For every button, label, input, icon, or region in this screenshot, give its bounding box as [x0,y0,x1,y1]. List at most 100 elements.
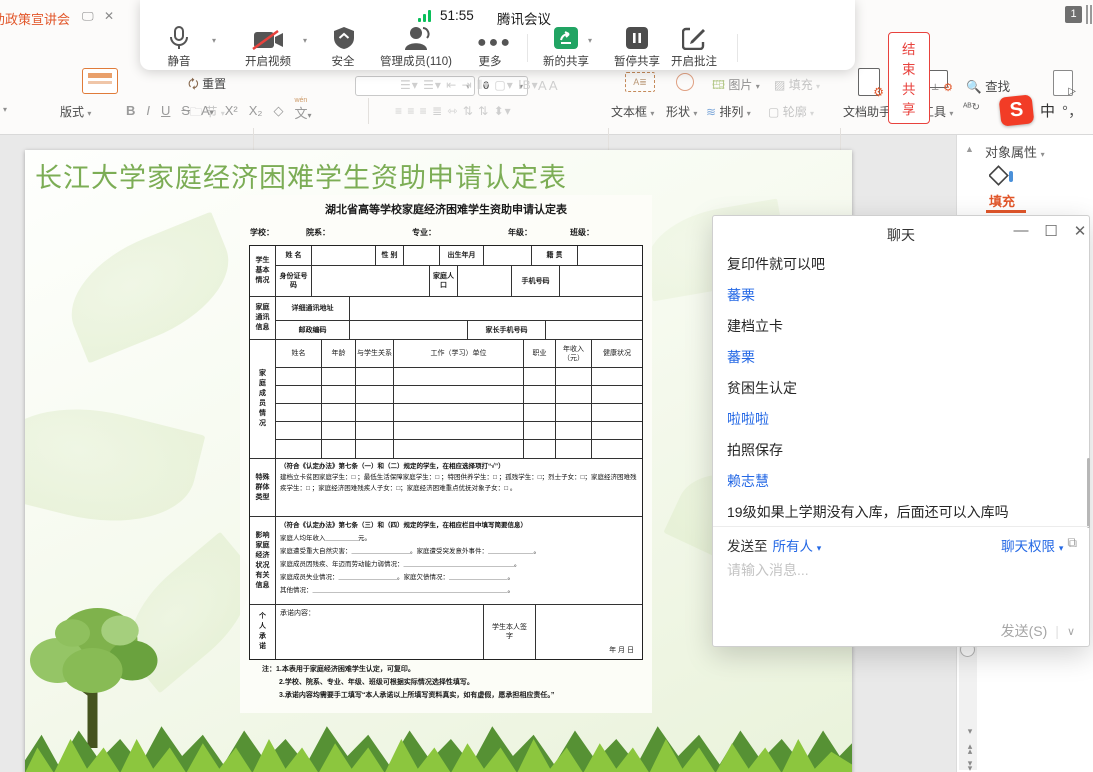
divider [737,34,738,62]
superscript-button[interactable]: X² [225,103,238,118]
pause-share-button[interactable]: 暂停共享 [614,53,660,69]
alignment-icons[interactable]: ≡ ≡ ≡ ≣ ⇿ ⇅ ⇅ ⬍▾ [395,104,512,118]
close-tab-icon[interactable]: ✕ [104,9,114,23]
ime-punct-toggle[interactable]: °， [1062,100,1083,121]
replace-icon[interactable]: ᴬᴮ↻ [963,102,980,113]
camera-icon[interactable] [252,30,286,50]
scroll-down-icon[interactable]: ▾ [963,729,977,734]
fill-tab-underline [986,210,1026,213]
close-icon[interactable]: ✕ [1069,222,1091,240]
subscript-button[interactable]: X₂ [249,103,263,118]
previous-slide-icon[interactable]: ▴▴ [963,744,977,754]
form-header-fields: 学校： 院系： 专业： 年级： 班级： [250,227,644,238]
chat-sender[interactable]: 赖志慧 [727,471,1067,491]
security-button[interactable]: 安全 [332,53,355,69]
camera-dropdown-icon[interactable]: ▾ [303,36,307,45]
left-clipped-dropdown-icon[interactable]: ▾ [3,105,7,114]
chat-message: 拍照保存 [727,440,1067,460]
shapes-button[interactable]: 形状 ▾ [666,103,697,120]
bold-button[interactable]: B [126,103,135,118]
next-slide-icon[interactable]: ▾▾ [963,761,977,771]
outline-icon: ▢ [768,105,779,119]
members-icon[interactable] [403,26,431,50]
selection-pane-icon[interactable]: ▷ [1053,70,1073,96]
picture-button[interactable]: 🖽 图片 ▾ [712,76,760,97]
shield-icon[interactable] [333,26,355,50]
presentation-mode-icon[interactable]: 🖵 [82,9,94,24]
chat-message: 建档立卡 [727,316,1067,336]
slide-title[interactable]: 长江大学家庭经济困难学生资助申请认定表 [35,156,735,195]
end-share-button[interactable]: 结束共享 [888,32,930,124]
new-share-icon[interactable] [553,26,579,50]
signal-icon [418,10,432,22]
collapse-panel-icon[interactable]: ▲ [965,144,974,154]
popout-icon[interactable]: ⧉ [1067,535,1077,555]
arrange-button[interactable]: ≋ 排列 ▾ [706,103,751,120]
taskbar-badge[interactable]: 1 [1065,6,1082,23]
pause-share-icon[interactable] [625,26,649,50]
chat-input[interactable] [727,562,1057,578]
chat-message: 贫困生认定 [727,378,1067,398]
send-button[interactable]: 发送(S) | ∨ [1001,621,1075,641]
ime-lang-toggle[interactable]: 中 [1040,100,1055,121]
chat-message-list[interactable]: 复印件就可以吧 蕃栗 建档立卡 蕃栗 贫困生认定 啦啦啦 拍照保存 赖志慧 19… [727,254,1067,522]
chat-sender[interactable]: 蕃栗 [727,285,1067,305]
send-to-label: 发送至 [727,535,768,555]
maximize-icon[interactable]: ☐ [1040,222,1062,240]
fill-bucket-icon[interactable] [989,163,1015,187]
send-to-selector[interactable]: 所有人 ▾ [773,535,822,555]
new-share-button[interactable]: 新的共享 [543,53,589,69]
fill-tab-label[interactable]: 填充 [989,191,1015,210]
share-dropdown-icon[interactable]: ▾ [588,36,592,45]
form-table: 学生基本情况 姓 名 性 别 出生年月 籍 贯 [249,245,643,660]
annotate-icon[interactable] [682,26,706,50]
fill-button[interactable]: ▨ 填充 ▾ [774,76,820,93]
font-color-button[interactable]: A▾ [201,103,214,118]
divider [713,526,1089,527]
underline-button[interactable]: U [161,103,170,118]
reset-button[interactable]: 🗘 重置 [188,75,226,96]
list-indent-icons[interactable]: ☰▾ ☰▾ ⇤ ⇥ ⫴▾ ▢▾ ⅠB▾ [400,78,539,93]
clear-format-icon[interactable]: ◇ [273,103,283,119]
shape-icon[interactable] [676,73,694,91]
more-icon[interactable]: ●●● [477,34,512,52]
form-notes: 注：1.本表用于家庭经济困难学生认定，可复印。 2.学校、院系、专业、年级、班级… [262,663,554,702]
more-button[interactable]: 更多 [479,53,502,69]
textbox-icon[interactable]: A≣ [625,72,655,92]
form-section-label: 特殊群体类型 [250,459,276,516]
outline-button[interactable]: ▢ 轮廓 ▾ [768,103,814,120]
layout-icon[interactable] [82,68,118,94]
annotate-button[interactable]: 开启批注 [671,53,717,69]
mute-dropdown-icon[interactable]: ▾ [212,36,216,45]
sogou-logo[interactable]: S [999,94,1035,126]
arrange-icon: ≋ [706,105,716,119]
members-button[interactable]: 管理成员(110) [380,53,452,69]
doc-assistant-button[interactable]: 文档助手 [843,103,891,120]
leaf-decoration [53,212,246,364]
mute-button[interactable]: 静音 [168,53,191,69]
chat-scrollbar-thumb[interactable] [1087,458,1090,528]
microphone-icon[interactable] [168,26,190,50]
document-tab[interactable]: 助政策宣讲会 [0,9,70,28]
camera-button[interactable]: 开启视频 [245,53,291,69]
textbox-button[interactable]: 文本框 ▾ [611,103,654,120]
doc-assistant-icon[interactable]: ⚙ [858,68,880,96]
layout-button[interactable]: 版式 ▾ [60,103,91,120]
chat-permission-selector[interactable]: 聊天权限 ▾ [1001,535,1063,555]
find-button[interactable]: 🔍 查找 [966,76,1010,95]
form-section-label: 学生基本情况 [250,246,276,296]
chat-sender[interactable]: 蕃栗 [727,347,1067,367]
window-edge-decoration [1086,5,1092,24]
strikethrough-button[interactable]: S [181,103,190,118]
ribbon-divider [368,98,369,124]
italic-button[interactable]: I [146,103,150,118]
form-section-label: 家庭通讯信息 [250,297,276,339]
grow-shrink-font-icons[interactable]: A A [538,78,558,93]
chat-header[interactable]: 聊天 — ☐ ✕ [713,216,1089,250]
application-form[interactable]: 湖北省高等学校家庭经济困难学生资助申请认定表 学校： 院系： 专业： 年级： 班… [240,195,652,713]
panel-title[interactable]: 对象属性 ▾ [985,142,1045,161]
minimize-icon[interactable]: — [1010,222,1032,239]
chat-sender[interactable]: 啦啦啦 [727,409,1067,429]
send-options-icon[interactable]: ∨ [1067,625,1075,638]
pinyin-guide-button[interactable]: wén文▾ [294,99,311,122]
